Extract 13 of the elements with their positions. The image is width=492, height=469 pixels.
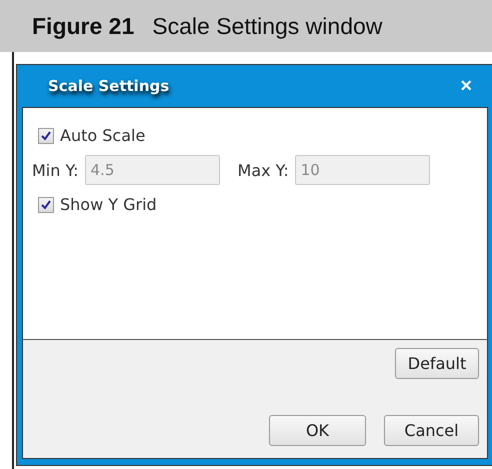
checkbox[interactable] — [38, 196, 54, 212]
field-label: Max Y: — [238, 160, 289, 180]
close-button[interactable]: × — [456, 74, 476, 98]
checkbox-label: Show Y Grid — [60, 195, 157, 214]
default-button[interactable]: Default — [395, 348, 479, 379]
checkbox-label: Auto Scale — [60, 126, 146, 145]
checkbox[interactable] — [38, 128, 54, 144]
dialog-button[interactable]: OK — [269, 415, 366, 446]
window-title: Scale Settings — [48, 77, 170, 95]
dialog-button[interactable]: Cancel — [384, 415, 479, 446]
figure-number: Figure 21 — [32, 12, 134, 40]
field-label: Min Y: — [32, 160, 79, 180]
figure-title: Scale Settings window — [152, 12, 382, 40]
